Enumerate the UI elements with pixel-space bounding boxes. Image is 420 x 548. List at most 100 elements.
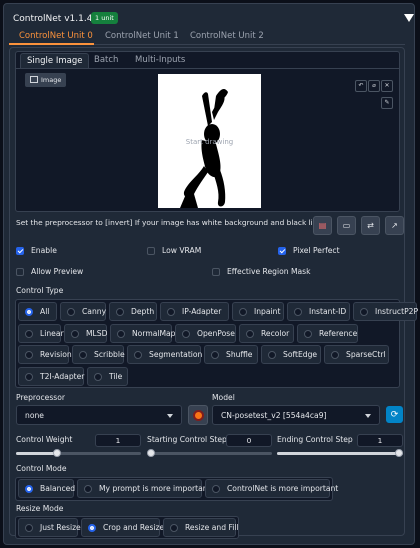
resize-mode-crop-and-resize-label: Crop and Resize <box>103 523 165 532</box>
control-mode-balanced[interactable]: Balanced <box>18 479 75 498</box>
clear-icon[interactable]: ⌀ <box>368 80 380 92</box>
radio-dot <box>116 307 124 316</box>
send-dimensions-button[interactable]: ↗ <box>385 216 404 235</box>
radio-dot <box>304 329 312 338</box>
control-type-recolor[interactable]: Recolor <box>239 324 294 343</box>
start-step-thumb[interactable] <box>147 449 155 457</box>
control-type-instructp2p[interactable]: InstructP2P <box>353 302 418 321</box>
model-select[interactable]: CN-posetest_v2 [554a4ca9] <box>212 405 380 425</box>
radio-dot <box>294 307 302 316</box>
control-type-label-text: Instant-ID <box>309 307 347 316</box>
undo-icon[interactable]: ↶ <box>355 80 367 92</box>
control-type-softedge[interactable]: SoftEdge <box>261 345 321 364</box>
new-canvas-icon: ▤ <box>318 221 327 230</box>
control-weight-input[interactable]: 1 <box>95 434 141 447</box>
run-preprocessor-icon <box>194 411 202 419</box>
end-step-input[interactable]: 1 <box>357 434 403 447</box>
control-type-lineart[interactable]: Lineart <box>18 324 67 343</box>
subtab-divider <box>15 68 400 69</box>
collapse-icon[interactable] <box>404 14 414 22</box>
active-tab-underline <box>9 43 94 45</box>
resize-mode-resize-and-fill[interactable]: Resize and Fill <box>163 518 239 537</box>
tab-multi-inputs[interactable]: Multi-Inputs <box>135 55 185 65</box>
control-type-label-text: IP-Adapter <box>182 307 222 316</box>
control-type-tile[interactable]: Tile <box>87 367 128 386</box>
radio-dot <box>167 307 175 316</box>
control-type-canny[interactable]: Canny <box>60 302 106 321</box>
tab-unit-0[interactable]: ControlNet Unit 0 <box>19 28 93 44</box>
control-type-inpaint[interactable]: Inpaint <box>232 302 284 321</box>
end-step-fill <box>277 452 403 455</box>
radio-dot <box>25 523 33 532</box>
effective-region-mask-checkbox[interactable]: Effective Region Mask <box>212 267 311 276</box>
control-type-revision[interactable]: Revision <box>18 345 72 364</box>
control-type-label-text: Lineart <box>40 329 67 338</box>
control-mode-prompt-label: My prompt is more important <box>99 484 211 493</box>
new-canvas-button[interactable]: ▤ <box>313 216 332 235</box>
start-step-input[interactable]: 0 <box>226 434 272 447</box>
image-label-text: Image <box>41 76 62 84</box>
radio-dot <box>79 350 87 359</box>
control-type-ip-adapter[interactable]: IP-Adapter <box>160 302 229 321</box>
radio-dot <box>239 307 247 316</box>
refresh-icon: ⟳ <box>390 409 399 420</box>
control-type-all[interactable]: All <box>18 302 57 321</box>
tab-unit-2[interactable]: ControlNet Unit 2 <box>190 28 264 44</box>
control-type-label-text: SparseCtrl <box>346 350 386 359</box>
control-weight-label: Control Weight <box>16 435 73 444</box>
radio-dot <box>182 329 190 338</box>
allow-preview-checkbox[interactable]: Allow Preview <box>16 267 83 276</box>
resize-mode-crop-and-resize[interactable]: Crop and Resize <box>81 518 164 537</box>
start-step-slider[interactable] <box>147 449 272 457</box>
radio-dot <box>25 350 33 359</box>
control-weight-slider[interactable] <box>16 449 141 457</box>
resize-mode-label: Resize Mode <box>16 504 64 513</box>
tab-single-image[interactable]: Single Image <box>20 53 90 68</box>
close-icon[interactable]: ✕ <box>381 80 393 92</box>
invert-help-text: Set the preprocessor to [invert] If your… <box>16 218 329 227</box>
control-type-label-text: NormalMap <box>132 329 176 338</box>
control-mode-prompt[interactable]: My prompt is more important <box>77 479 211 498</box>
control-type-normalmap[interactable]: NormalMap <box>110 324 176 343</box>
end-step-slider[interactable] <box>277 449 403 457</box>
control-type-segmentation[interactable]: Segmentation <box>127 345 202 364</box>
webcam-button[interactable]: ▭ <box>337 216 356 235</box>
refresh-models-button[interactable]: ⟳ <box>386 406 403 423</box>
control-type-instant-id[interactable]: Instant-ID <box>287 302 350 321</box>
radio-dot <box>88 523 96 532</box>
chevron-down-icon <box>167 414 173 418</box>
tab-batch[interactable]: Batch <box>94 55 118 65</box>
radio-dot <box>71 329 79 338</box>
end-step-thumb[interactable] <box>395 449 403 457</box>
control-type-sparsectrl[interactable]: SparseCtrl <box>324 345 389 364</box>
radio-dot <box>67 307 75 316</box>
preprocessor-select[interactable]: none <box>16 405 182 425</box>
control-mode-controlnet-label: ControlNet is more important <box>227 484 339 493</box>
run-preprocessor-button[interactable] <box>188 405 208 425</box>
sketch-canvas[interactable]: Start drawing <box>158 74 261 208</box>
tab-unit-1[interactable]: ControlNet Unit 1 <box>105 28 179 44</box>
control-type-scribble[interactable]: Scribble <box>72 345 125 364</box>
control-type-openpose[interactable]: OpenPose <box>175 324 236 343</box>
brush-icon[interactable]: ✎ <box>381 97 393 109</box>
enable-checkbox[interactable]: Enable <box>16 246 57 255</box>
radio-dot <box>211 350 219 359</box>
control-type-mlsd[interactable]: MLSD <box>64 324 107 343</box>
control-type-depth[interactable]: Depth <box>109 302 157 321</box>
radio-dot <box>25 372 33 381</box>
control-mode-controlnet[interactable]: ControlNet is more important <box>205 479 338 498</box>
preprocessor-label: Preprocessor <box>16 393 66 402</box>
radio-dot <box>246 329 254 338</box>
effective-region-mask-box <box>212 267 220 276</box>
radio-dot <box>268 350 276 359</box>
pixel-perfect-checkbox[interactable]: Pixel Perfect <box>278 246 340 255</box>
control-type-t2i-adapter[interactable]: T2I-Adapter <box>18 367 84 386</box>
control-type-reference[interactable]: Reference <box>297 324 358 343</box>
control-type-label-text: Scribble <box>94 350 125 359</box>
resize-mode-just-resize[interactable]: Just Resize <box>18 518 81 537</box>
control-type-shuffle[interactable]: Shuffle <box>204 345 258 364</box>
low-vram-checkbox[interactable]: Low VRAM <box>147 246 201 255</box>
radio-dot <box>25 329 33 338</box>
swap-button[interactable]: ⇄ <box>361 216 380 235</box>
allow-preview-box <box>16 267 24 276</box>
